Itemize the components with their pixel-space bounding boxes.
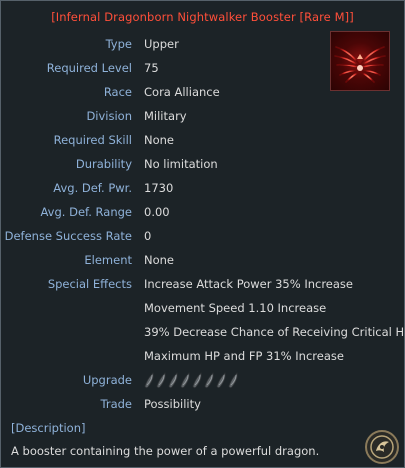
special-effect-line: Movement Speed 1.10 Increase bbox=[144, 301, 327, 315]
stat-value: Military bbox=[144, 109, 187, 123]
stat-row-type: Type Upper bbox=[1, 32, 404, 56]
upgrade-slots bbox=[144, 372, 240, 390]
stat-value: Cora Alliance bbox=[144, 85, 220, 99]
upgrade-slot-talon-icon bbox=[204, 372, 215, 389]
upgrade-label: Upgrade bbox=[82, 373, 132, 387]
special-effects-row: Special Effects Increase Attack Power 35… bbox=[1, 272, 404, 296]
upgrade-slot-talon-icon bbox=[180, 372, 191, 389]
upgrade-slot-talon-icon bbox=[168, 372, 179, 389]
special-effects-row: Maximum HP and FP 31% Increase bbox=[1, 344, 404, 368]
trade-label: Trade bbox=[100, 397, 133, 411]
stat-label: Defense Success Rate bbox=[4, 229, 132, 243]
trade-row: Trade Possibility bbox=[1, 392, 404, 416]
stat-row-element: Element None bbox=[1, 248, 404, 272]
stat-value: Upper bbox=[144, 37, 179, 51]
upgrade-slot-talon-icon bbox=[228, 372, 239, 389]
special-effects-label: Special Effects bbox=[47, 277, 132, 291]
stat-label: Avg. Def. Range bbox=[40, 205, 132, 219]
description-text: A booster containing the power of a powe… bbox=[11, 444, 320, 458]
upgrade-slot-talon-icon bbox=[156, 372, 167, 389]
upgrade-slot-talon-icon bbox=[216, 372, 227, 389]
special-effect-line: Increase Attack Power 35% Increase bbox=[144, 277, 353, 291]
stat-value: None bbox=[144, 253, 175, 267]
special-effects-row: 39% Decrease Chance of Receiving Critica… bbox=[1, 320, 405, 344]
special-effect-line: 39% Decrease Chance of Receiving Critica… bbox=[144, 325, 405, 339]
stat-value: 0 bbox=[144, 229, 152, 243]
stat-row-durability: Durability No limitation bbox=[1, 152, 404, 176]
race-emblem-icon bbox=[364, 429, 400, 465]
upgrade-slot-talon-icon bbox=[192, 372, 203, 389]
upgrade-slot-talon-icon bbox=[144, 372, 155, 389]
stat-row-required-level: Required Level 75 bbox=[1, 56, 404, 80]
stat-value: 0.00 bbox=[144, 205, 170, 219]
description-header: [Description] bbox=[11, 421, 86, 435]
stat-row-required-skill: Required Skill None bbox=[1, 128, 404, 152]
special-effect-line: Maximum HP and FP 31% Increase bbox=[144, 349, 344, 363]
stat-value: No limitation bbox=[144, 157, 218, 171]
item-tooltip: [Infernal Dragonborn Nightwalker Booster… bbox=[0, 0, 405, 468]
stat-row-race: Race Cora Alliance bbox=[1, 80, 404, 104]
stat-row-avg-def-range: Avg. Def. Range 0.00 bbox=[1, 200, 404, 224]
upgrade-row: Upgrade bbox=[1, 368, 404, 392]
stat-value: 75 bbox=[144, 61, 159, 75]
stat-label: Required Level bbox=[46, 61, 132, 75]
stat-row-avg-def-pwr: Avg. Def. Pwr. 1730 bbox=[1, 176, 404, 200]
stat-row-division: Division Military bbox=[1, 104, 404, 128]
stat-value: 1730 bbox=[144, 181, 174, 195]
stat-label: Race bbox=[103, 85, 132, 99]
trade-value: Possibility bbox=[144, 397, 201, 411]
item-title: [Infernal Dragonborn Nightwalker Booster… bbox=[51, 10, 354, 24]
stat-label: Element bbox=[84, 253, 132, 267]
stat-label: Avg. Def. Pwr. bbox=[53, 181, 132, 195]
stat-label: Required Skill bbox=[53, 133, 132, 147]
stat-value: None bbox=[144, 133, 175, 147]
stat-label: Durability bbox=[75, 157, 132, 171]
special-effects-row: Movement Speed 1.10 Increase bbox=[1, 296, 404, 320]
stat-label: Type bbox=[105, 37, 132, 51]
stat-row-defense-success-rate: Defense Success Rate 0 bbox=[1, 224, 404, 248]
stat-label: Division bbox=[86, 109, 132, 123]
